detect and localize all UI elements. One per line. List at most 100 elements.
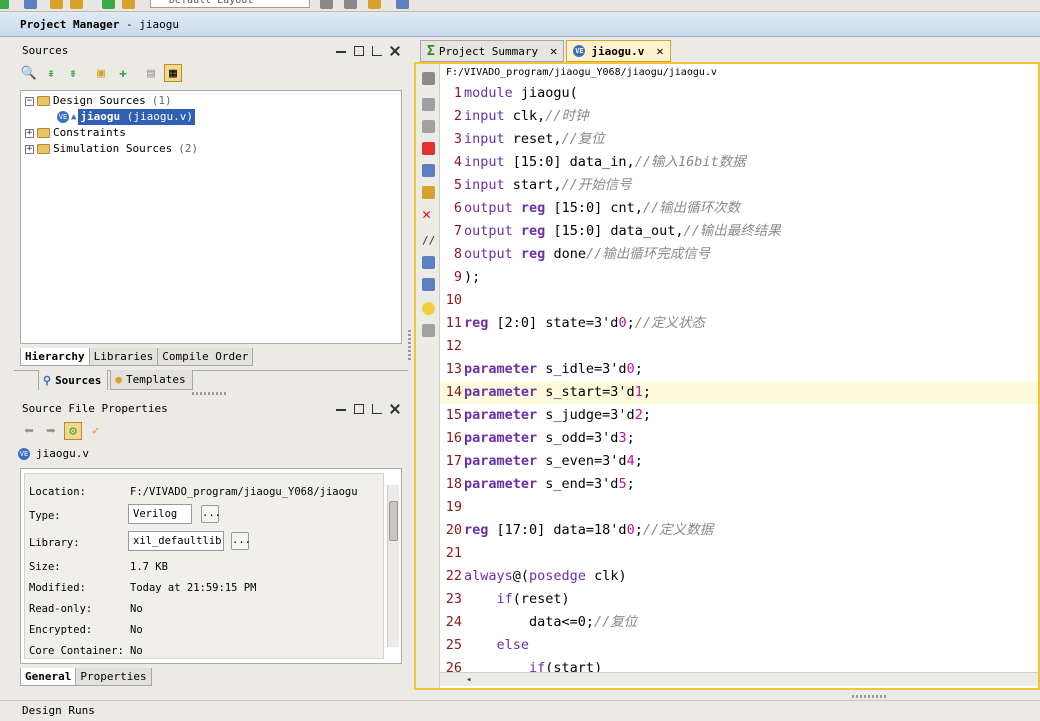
code-line[interactable]: 19	[440, 496, 1038, 519]
report-icon[interactable]	[24, 0, 37, 9]
code-line[interactable]: 9);	[440, 266, 1038, 289]
tab-jiaogu-v[interactable]: VE jiaogu.v ✕	[566, 40, 671, 62]
tool-2-icon[interactable]	[344, 0, 357, 9]
program-icon[interactable]	[122, 0, 135, 9]
run-icon[interactable]	[0, 0, 9, 9]
code-line[interactable]: 26 if(start)	[440, 657, 1038, 672]
code-line[interactable]: 24 data<=0;//复位	[440, 611, 1038, 634]
code-line[interactable]: 8 output reg done//输出循环完成信号	[440, 243, 1038, 266]
delete-icon[interactable]: ✕	[422, 207, 435, 222]
select-pointer-icon[interactable]: ➶	[86, 422, 104, 440]
close-tab-icon[interactable]: ✕	[656, 41, 663, 62]
save-icon[interactable]	[422, 72, 435, 85]
find-icon[interactable]	[422, 278, 435, 291]
code-line[interactable]: 14 parameter s_start=3'd1;	[440, 381, 1038, 404]
close-tab-icon[interactable]: ✕	[550, 41, 557, 62]
code-line[interactable]: 4 input [15:0] data_in,//输入16bit数据	[440, 151, 1038, 174]
code-text: parameter s_odd=3'd3;	[464, 430, 635, 446]
redo-icon[interactable]	[422, 120, 435, 133]
tab-project-summary[interactable]: Σ Project Summary ✕	[420, 40, 565, 62]
code-line[interactable]: 5 input start,//开始信号	[440, 174, 1038, 197]
code-editor[interactable]: ✕ // F:/VIVADO_program/jiaogu_Y068/jiaog…	[414, 62, 1040, 690]
tab-compile-order[interactable]: Compile Order	[157, 348, 254, 366]
code-line[interactable]: 6 output reg [15:0] cnt,//输出循环次数	[440, 197, 1038, 220]
code-line[interactable]: 15 parameter s_judge=3'd2;	[440, 404, 1038, 427]
tree-item-top-module[interactable]: VE ▲ jiaogu (jiaogu.v)	[57, 109, 196, 125]
tree-item-constraints[interactable]: + Constraints	[25, 125, 126, 141]
code-line[interactable]: 11 reg [2:0] state=3'd0;//定义状态	[440, 312, 1038, 335]
expand-icon[interactable]: +	[25, 144, 34, 154]
copy-icon[interactable]	[422, 164, 435, 177]
code-line[interactable]: 1 module jiaogu(	[440, 82, 1038, 105]
code-line[interactable]: 3 input reset,//复位	[440, 128, 1038, 151]
collapse-all-icon[interactable]: ⇞	[42, 64, 60, 82]
code-line[interactable]: 22 always@(posedge clk)	[440, 565, 1038, 588]
minimize-icon[interactable]	[336, 404, 346, 411]
layout-select[interactable]: Default Layout	[150, 0, 310, 8]
maximize-icon[interactable]	[354, 46, 364, 56]
code-line[interactable]: 21	[440, 542, 1038, 565]
auto-update-icon[interactable]: ⚙	[64, 422, 82, 440]
line-number: 3	[453, 131, 462, 147]
tool-3-icon[interactable]	[368, 0, 381, 9]
tab-sources[interactable]: ⚲ Sources	[38, 370, 109, 390]
expand-icon[interactable]: +	[25, 128, 34, 138]
lightbulb-icon[interactable]	[422, 302, 435, 315]
code-line[interactable]: 16 parameter s_odd=3'd3;	[440, 427, 1038, 450]
resize-handle[interactable]	[192, 392, 226, 395]
cut-icon[interactable]	[422, 142, 435, 155]
vertical-splitter[interactable]	[408, 330, 411, 360]
horizontal-scrollbar[interactable]: ◂	[440, 672, 1038, 686]
code-line[interactable]: 10	[440, 289, 1038, 312]
back-icon[interactable]: ⬅	[20, 422, 38, 440]
code-line[interactable]: 17 parameter s_even=3'd4;	[440, 450, 1038, 473]
tab-hierarchy[interactable]: Hierarchy	[20, 348, 90, 366]
toggle-block-icon[interactable]	[422, 256, 435, 269]
help-icon[interactable]	[396, 0, 409, 9]
folder-icon	[37, 144, 50, 154]
code-line[interactable]: 23 if(reset)	[440, 588, 1038, 611]
bottom-resize-handle[interactable]	[852, 695, 886, 698]
code-line[interactable]: 2 input clk,//时钟	[440, 105, 1038, 128]
tree-item-simulation-sources[interactable]: + Simulation Sources (2)	[25, 141, 198, 157]
maximize-icon[interactable]	[354, 404, 364, 414]
add-sources-icon[interactable]: ✚	[114, 64, 132, 82]
close-icon[interactable]	[390, 404, 400, 414]
code-text: input reset,//复位	[464, 131, 605, 147]
tab-general[interactable]: General	[20, 668, 77, 686]
comment-icon[interactable]: //	[422, 234, 435, 247]
float-icon[interactable]	[372, 46, 382, 56]
open-folder-icon[interactable]: ▣	[92, 64, 110, 82]
code-line[interactable]: 13 parameter s_idle=3'd0;	[440, 358, 1038, 381]
tool-icon[interactable]	[320, 0, 333, 9]
insert-template-icon[interactable]	[422, 324, 435, 337]
paste-icon[interactable]	[422, 186, 435, 199]
code-line[interactable]: 7 output reg [15:0] data_out,//输出最终结果	[440, 220, 1038, 243]
settings-icon[interactable]	[50, 0, 63, 9]
design-runs-panel[interactable]: Design Runs	[0, 700, 1040, 718]
code-line[interactable]: 12	[440, 335, 1038, 358]
scrollbar-thumb[interactable]	[389, 501, 398, 541]
tab-properties[interactable]: Properties	[75, 668, 152, 686]
sigma-icon[interactable]	[102, 0, 115, 9]
code-line[interactable]: 18 parameter s_end=3'd5;	[440, 473, 1038, 496]
close-icon[interactable]	[390, 46, 400, 56]
settings-2-icon[interactable]	[70, 0, 83, 9]
library-browse-button[interactable]: ...	[231, 532, 251, 550]
forward-icon[interactable]: ➡	[42, 422, 60, 440]
code-line[interactable]: 20 reg [17:0] data=18'd0;//定义数据	[440, 519, 1038, 542]
properties-icon[interactable]: ▤	[142, 64, 160, 82]
tab-templates[interactable]: ● Templates	[110, 370, 193, 390]
collapse-icon[interactable]: −	[25, 96, 34, 106]
expand-all-icon[interactable]: ⇟	[64, 64, 82, 82]
tab-libraries[interactable]: Libraries	[88, 348, 159, 366]
search-icon[interactable]: 🔍	[20, 64, 38, 82]
type-browse-button[interactable]: ...	[201, 505, 221, 523]
code-line[interactable]: 25 else	[440, 634, 1038, 657]
undo-icon[interactable]	[422, 98, 435, 111]
minimize-icon[interactable]	[336, 46, 346, 53]
hierarchy-update-icon[interactable]: ▦	[164, 64, 182, 82]
properties-scrollbar[interactable]	[387, 485, 399, 647]
float-icon[interactable]	[372, 404, 382, 414]
tree-item-design-sources[interactable]: − Design Sources (1)	[25, 93, 172, 109]
